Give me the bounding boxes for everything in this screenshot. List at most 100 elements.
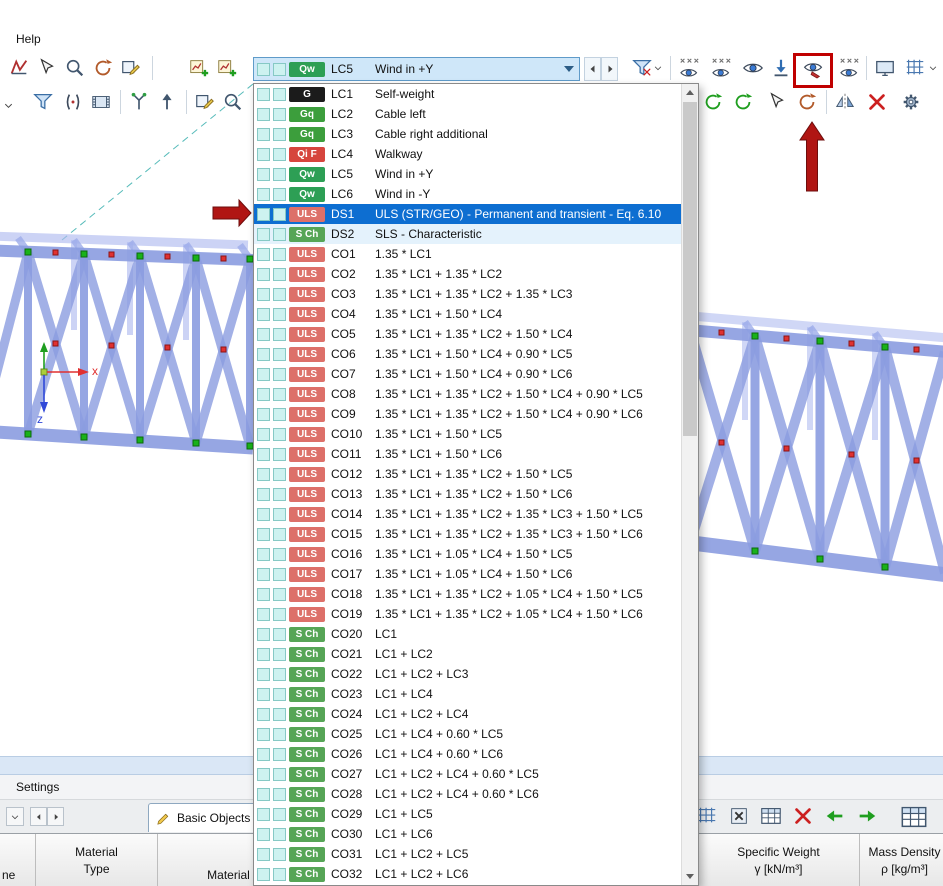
close-table-icon[interactable] (726, 803, 752, 829)
solve-checkbox[interactable] (257, 307, 270, 321)
rotate-copy-icon[interactable] (730, 89, 756, 115)
solve-checkbox[interactable] (257, 787, 270, 801)
display-checkbox[interactable] (273, 247, 286, 261)
display-checkbox[interactable] (273, 627, 286, 641)
display-checkbox[interactable] (273, 867, 286, 881)
dropdown-item-co20[interactable]: S Ch CO20 LC1 (254, 624, 681, 644)
solve-checkbox[interactable] (257, 727, 270, 741)
display-checkbox[interactable] (273, 707, 286, 721)
dropdown-item-co29[interactable]: S Ch CO29 LC1 + LC5 (254, 804, 681, 824)
display-checkbox[interactable] (273, 747, 286, 761)
jump-first-icon[interactable] (822, 803, 848, 829)
dropdown-item-ds2[interactable]: S Ch DS2 SLS - Characteristic (254, 224, 681, 244)
solve-checkbox[interactable] (257, 62, 270, 76)
dropdown-item-co13[interactable]: ULS CO13 1.35 * LC1 + 1.35 * LC2 + 1.50 … (254, 484, 681, 504)
solve-checkbox[interactable] (257, 507, 270, 521)
dropdown-item-co10[interactable]: ULS CO10 1.35 * LC1 + 1.50 * LC5 (254, 424, 681, 444)
solve-checkbox[interactable] (257, 327, 270, 341)
solve-checkbox[interactable] (257, 827, 270, 841)
display-checkbox[interactable] (273, 487, 286, 501)
display-checkbox[interactable] (273, 207, 286, 221)
dropdown-item-co22[interactable]: S Ch CO22 LC1 + LC2 + LC3 (254, 664, 681, 684)
filter-load-cases-button[interactable] (628, 55, 666, 81)
previous-table-button[interactable] (30, 807, 47, 826)
settings-gear-icon[interactable] (898, 89, 924, 115)
display-checkbox[interactable] (273, 607, 286, 621)
display-panel-icon[interactable] (872, 55, 898, 81)
scrollbar-thumb[interactable] (683, 102, 697, 436)
dropdown-item-lc5[interactable]: Qw LC5 Wind in +Y (254, 164, 681, 184)
rotate-model-icon[interactable] (700, 89, 726, 115)
solve-checkbox[interactable] (257, 467, 270, 481)
solve-checkbox[interactable] (257, 627, 270, 641)
zoom-icon[interactable] (62, 55, 88, 81)
solve-checkbox[interactable] (257, 167, 270, 181)
display-checkbox[interactable] (273, 327, 286, 341)
display-checkbox[interactable] (273, 587, 286, 601)
dropdown-item-lc6[interactable]: Qw LC6 Wind in -Y (254, 184, 681, 204)
solve-checkbox[interactable] (257, 247, 270, 261)
display-checkbox[interactable] (273, 547, 286, 561)
display-checkbox[interactable] (273, 367, 286, 381)
display-checkbox[interactable] (273, 507, 286, 521)
dropdown-item-lc2[interactable]: Gq LC2 Cable left (254, 104, 681, 124)
display-checkbox[interactable] (273, 427, 286, 441)
display-checkbox[interactable] (273, 687, 286, 701)
display-checkbox[interactable] (273, 127, 286, 141)
move-up-icon[interactable] (154, 89, 180, 115)
rotate-view-icon[interactable] (90, 55, 116, 81)
toolbar-overflow-button[interactable] (0, 92, 16, 118)
show-results-values-icon[interactable] (676, 55, 702, 81)
filter-objects-icon[interactable] (30, 89, 56, 115)
solve-checkbox[interactable] (257, 847, 270, 861)
dropdown-item-co16[interactable]: ULS CO16 1.35 * LC1 + 1.05 * LC4 + 1.50 … (254, 544, 681, 564)
next-table-button[interactable] (47, 807, 64, 826)
menu-help[interactable]: Help (16, 32, 41, 46)
jump-last-icon[interactable] (854, 803, 880, 829)
display-checkbox[interactable] (273, 567, 286, 581)
solve-checkbox[interactable] (257, 127, 270, 141)
display-checkbox[interactable] (273, 62, 286, 76)
result-diagram-icon[interactable] (768, 55, 794, 81)
solve-checkbox[interactable] (257, 87, 270, 101)
dropdown-item-co25[interactable]: S Ch CO25 LC1 + LC4 + 0.60 * LC5 (254, 724, 681, 744)
display-checkbox[interactable] (273, 267, 286, 281)
solve-checkbox[interactable] (257, 347, 270, 361)
show-results-icon[interactable] (740, 55, 766, 81)
solve-checkbox[interactable] (257, 647, 270, 661)
dropdown-item-co31[interactable]: S Ch CO31 LC1 + LC2 + LC5 (254, 844, 681, 864)
solve-checkbox[interactable] (257, 667, 270, 681)
dropdown-item-co24[interactable]: S Ch CO24 LC1 + LC2 + LC4 (254, 704, 681, 724)
grid-options-chevron[interactable] (926, 55, 940, 81)
scroll-up-button[interactable] (682, 84, 698, 101)
node-snap-icon[interactable] (126, 89, 152, 115)
display-checkbox[interactable] (273, 147, 286, 161)
display-checkbox[interactable] (273, 407, 286, 421)
dropdown-item-co14[interactable]: ULS CO14 1.35 * LC1 + 1.35 * LC2 + 1.35 … (254, 504, 681, 524)
delete-rows-icon[interactable] (790, 803, 816, 829)
display-checkbox[interactable] (273, 307, 286, 321)
dropdown-item-lc3[interactable]: Gq LC3 Cable right additional (254, 124, 681, 144)
edit-selection-icon[interactable] (192, 89, 218, 115)
new-load-case-icon[interactable] (186, 55, 212, 81)
solve-checkbox[interactable] (257, 527, 270, 541)
show-values-icon[interactable] (836, 55, 862, 81)
dropdown-item-co28[interactable]: S Ch CO28 LC1 + LC2 + LC4 + 0.60 * LC6 (254, 784, 681, 804)
display-checkbox[interactable] (273, 847, 286, 861)
dropdown-item-co18[interactable]: ULS CO18 1.35 * LC1 + 1.35 * LC2 + 1.05 … (254, 584, 681, 604)
dropdown-item-co12[interactable]: ULS CO12 1.35 * LC1 + 1.35 * LC2 + 1.50 … (254, 464, 681, 484)
solve-checkbox[interactable] (257, 767, 270, 781)
dropdown-item-co26[interactable]: S Ch CO26 LC1 + LC4 + 0.60 * LC6 (254, 744, 681, 764)
display-checkbox[interactable] (273, 187, 286, 201)
display-checkbox[interactable] (273, 467, 286, 481)
dropdown-item-co19[interactable]: ULS CO19 1.35 * LC1 + 1.35 * LC2 + 1.05 … (254, 604, 681, 624)
tab-basic-objects[interactable]: Basic Objects (148, 803, 262, 832)
display-checkbox[interactable] (273, 527, 286, 541)
display-checkbox[interactable] (273, 107, 286, 121)
solve-checkbox[interactable] (257, 807, 270, 821)
combobox-dropdown-button[interactable] (559, 58, 579, 80)
solve-checkbox[interactable] (257, 547, 270, 561)
dropdown-item-co7[interactable]: ULS CO7 1.35 * LC1 + 1.50 * LC4 + 0.90 *… (254, 364, 681, 384)
dropdown-item-co17[interactable]: ULS CO17 1.35 * LC1 + 1.05 * LC4 + 1.50 … (254, 564, 681, 584)
solve-checkbox[interactable] (257, 187, 270, 201)
